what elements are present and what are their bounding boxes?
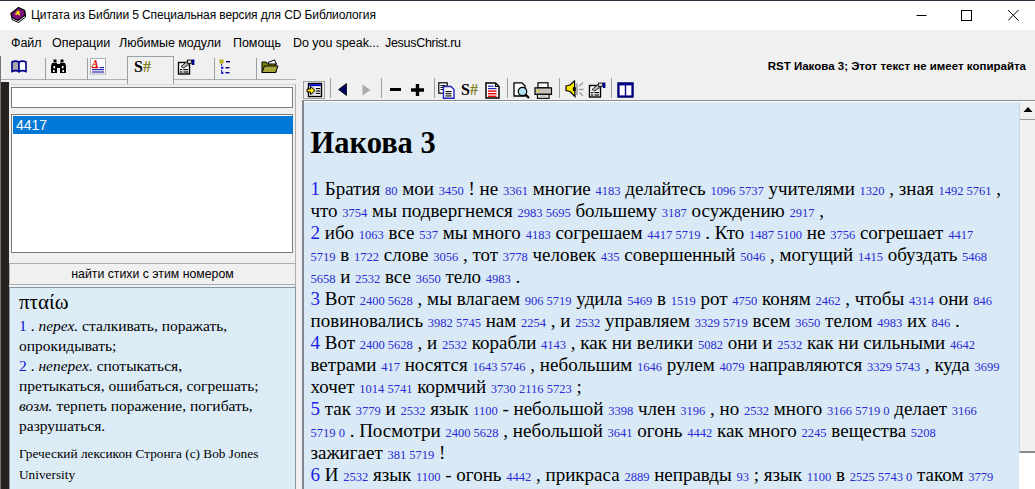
svg-text:A: A (91, 58, 99, 69)
